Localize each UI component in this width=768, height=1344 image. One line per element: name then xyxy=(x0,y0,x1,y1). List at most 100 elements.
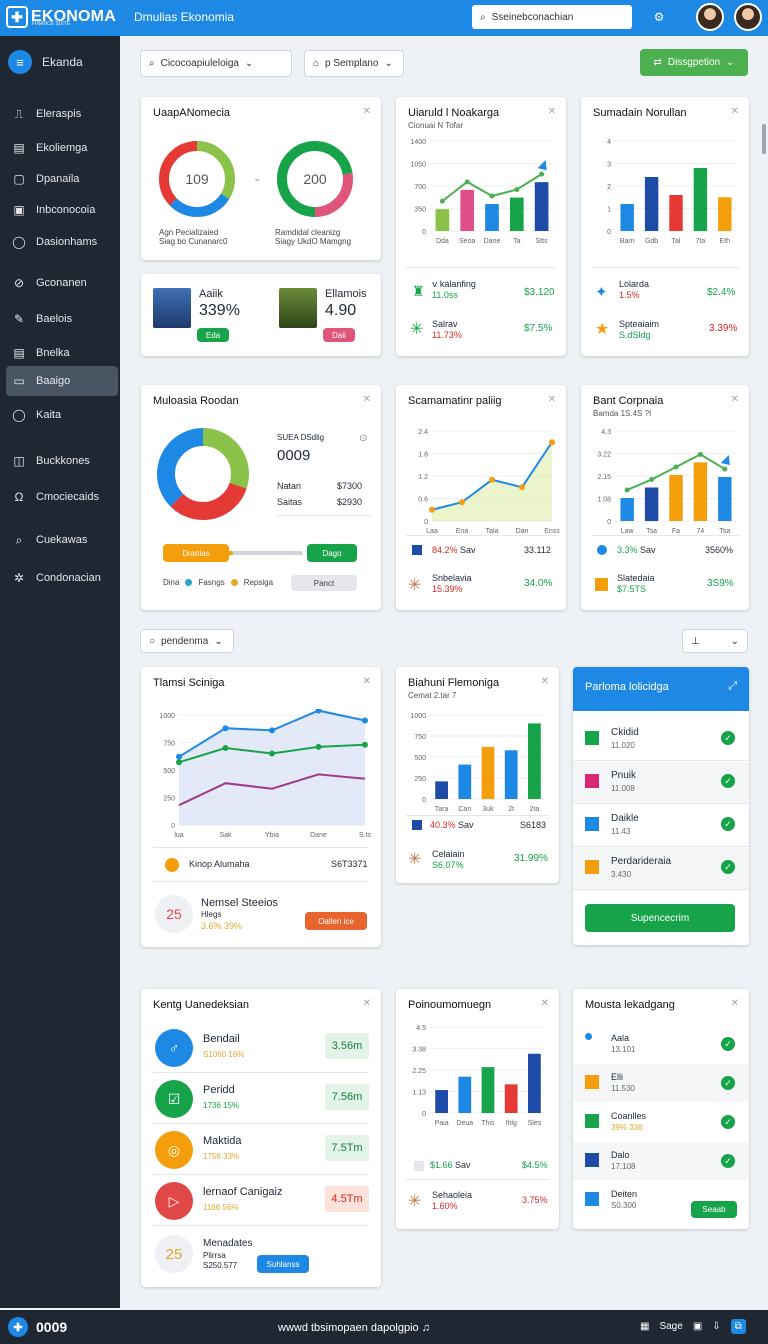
list-item[interactable]: Elli 11.530 ✓ xyxy=(573,1064,749,1102)
card-title: Poinoumomuegn xyxy=(408,999,492,1011)
kpi-value: 0009 xyxy=(277,447,311,464)
close-icon[interactable]: ✕ xyxy=(363,106,371,117)
sidebar-item-cmociecaids[interactable]: Ω Cmociecaids xyxy=(6,482,118,512)
list-item[interactable]: ▷ lernaof Canigaiz 1166 56% 4.5Tm xyxy=(141,1176,381,1226)
save-icon[interactable]: ▣ xyxy=(693,1321,702,1332)
list-item[interactable]: Perdarideraia 3.430 ✓ xyxy=(573,848,749,890)
go-button[interactable]: Dago xyxy=(307,544,357,562)
details-button[interactable]: Suhlanss xyxy=(257,1255,309,1273)
list-item[interactable]: Aala 13.101 ✓ xyxy=(573,1025,749,1063)
sidebar-item-bnelka[interactable]: ▤ Bnelka xyxy=(6,338,118,368)
close-icon[interactable]: ✕ xyxy=(363,998,371,1009)
bar xyxy=(718,477,732,521)
close-icon[interactable]: ✕ xyxy=(548,394,556,405)
copy-icon[interactable]: ⧉ xyxy=(730,1319,746,1334)
close-icon[interactable]: ✕ xyxy=(731,394,739,405)
x-tick-label: Seoa xyxy=(459,238,475,245)
download-icon[interactable]: ⇩ xyxy=(712,1321,720,1332)
donut-chart-3 xyxy=(157,428,249,520)
close-icon[interactable]: ✕ xyxy=(541,998,549,1009)
x-tick-label: lua xyxy=(174,832,183,839)
close-icon[interactable]: ✕ xyxy=(548,106,556,117)
expand-icon[interactable]: ⤢ xyxy=(728,680,737,693)
trend-point xyxy=(539,171,545,177)
sidebar-item-kaita[interactable]: ◯ Kaita xyxy=(6,400,118,430)
view-toggle[interactable]: ⊥ ⌄ xyxy=(682,629,748,653)
donut-value-2: 200 xyxy=(303,171,327,187)
sidebar-item-baaigo[interactable]: ▭ Baaigo xyxy=(6,366,118,396)
green-action-button[interactable]: ⇄ Dissgpetion ⌄ xyxy=(640,49,748,76)
sample-select[interactable]: ⌂ p Semplano ⌄ xyxy=(304,50,404,77)
list-item[interactable]: ◎ Maktida 1756 33% 7.5Tm xyxy=(141,1125,381,1175)
bottom-logo[interactable]: ✚ 0009 xyxy=(8,1317,67,1337)
avatar[interactable] xyxy=(696,3,724,31)
divider xyxy=(573,846,749,847)
edit-button[interactable]: Eda xyxy=(197,328,229,342)
scrollbar-thumb[interactable] xyxy=(762,124,766,154)
list-item-swatch xyxy=(585,774,599,788)
search-settings-button[interactable]: ⚙ xyxy=(646,5,672,29)
list-item[interactable]: ☑ Peridd 1736 15% 7.56m xyxy=(141,1074,381,1124)
list-item[interactable]: Daikle 11.43 ✓ xyxy=(573,805,749,847)
print-icon[interactable]: ▦ xyxy=(640,1321,649,1332)
period-select[interactable]: ○ pendenma ⌄ xyxy=(140,629,234,653)
sidebar-item-label: Eleraspis xyxy=(36,108,82,120)
x-tick-label: Ta xyxy=(513,238,521,245)
sidebar-item-dpanaila[interactable]: ▢ Dpanaila xyxy=(6,164,118,194)
sidebar-item-ekoliemga[interactable]: ▤ Ekoliemga xyxy=(6,133,118,163)
list-item[interactable]: Coanlles 39% 336 ✓ xyxy=(573,1103,749,1141)
legend-value: S6T3371 xyxy=(331,859,368,869)
avatar-secondary[interactable] xyxy=(734,3,762,31)
close-icon[interactable]: ✕ xyxy=(731,998,739,1009)
check-icon: ✓ xyxy=(721,860,735,874)
chevron-down-icon: ⌄ xyxy=(384,58,393,69)
filter-select[interactable]: ⌕ Cicocoapiuleloiga ⌄ xyxy=(140,50,292,77)
data-point xyxy=(362,717,368,724)
bar xyxy=(458,1076,472,1113)
close-icon[interactable]: ✕ xyxy=(731,106,739,117)
list-item[interactable]: ♂ Bendail S1060 16% 3.56m xyxy=(141,1023,381,1073)
sidebar-item-condonacian[interactable]: ✲ Condonacian xyxy=(6,563,118,593)
close-icon[interactable]: ✕ xyxy=(363,394,371,405)
x-tick-label: 7ta xyxy=(696,238,706,245)
submit-button[interactable]: Supencecrim xyxy=(585,904,735,932)
sidebar-item-dasionhams[interactable]: ◯ Dasionhams xyxy=(6,227,118,257)
chevron-down-icon[interactable]: ⌄ xyxy=(731,636,739,647)
sidebar-item-eleraspis[interactable]: ⎍ Eleraspis xyxy=(6,99,118,129)
list-item[interactable]: Dalo 17.108 ✓ xyxy=(573,1142,749,1180)
search-button[interactable]: Seaab xyxy=(691,1201,737,1218)
card-title: Biahuni Flemoniga xyxy=(408,677,500,689)
trend-point xyxy=(722,466,728,472)
sage-label[interactable]: Sage xyxy=(659,1321,682,1332)
close-icon[interactable]: ✕ xyxy=(363,676,371,687)
briefcase-icon: ▤ xyxy=(13,141,25,155)
info-icon[interactable]: ⊙ xyxy=(359,433,367,444)
sidebar-item-baelois[interactable]: ✎ Baelois xyxy=(6,304,118,334)
sidebar-item-inbconocoia[interactable]: ▣ Inbconocoia xyxy=(6,195,118,225)
sidebar-item-buckkones[interactable]: ◫ Buckkones xyxy=(6,446,118,476)
slider-start-button[interactable]: Dranias xyxy=(163,544,229,562)
green-action-label: Dissgpetion xyxy=(667,57,721,68)
sidebar-item-gconanen[interactable]: ⊘ Gconanen xyxy=(6,268,118,298)
search-input[interactable]: ⌕ Sseinebconachian xyxy=(472,5,632,29)
sidebar-header[interactable]: ≡ Ekanda xyxy=(8,50,83,74)
sidebar-item-label: Dpanaila xyxy=(36,173,80,185)
close-icon[interactable]: ✕ xyxy=(541,676,549,687)
delete-button[interactable]: Daii xyxy=(323,328,355,342)
search-icon: ⌕ xyxy=(480,11,486,23)
list-item[interactable]: Ckidid 11.020 ✓ xyxy=(573,719,749,761)
circle-icon: ◯ xyxy=(12,408,26,422)
bar xyxy=(435,209,450,231)
trend-arrow xyxy=(720,455,730,466)
chevron-down-icon[interactable]: ⌄ xyxy=(253,173,261,184)
sidebar-item-cuekawas[interactable]: ⌕ Cuekawas xyxy=(6,525,118,555)
call-button[interactable]: Oallen ice xyxy=(305,912,367,930)
bottom-status: wwwd tbsimopaen dapolgpio ♫ xyxy=(278,1322,430,1334)
list-item-swatch xyxy=(585,731,599,745)
list-item[interactable]: Pnuik 11.008 ✓ xyxy=(573,762,749,804)
data-point xyxy=(459,499,465,506)
menu-icon[interactable]: ≡ xyxy=(8,50,32,74)
pin-icon[interactable]: ⊥ xyxy=(691,636,700,647)
panel-button[interactable]: Panct xyxy=(291,575,357,591)
profile-name-2: Ellamois xyxy=(325,288,367,300)
